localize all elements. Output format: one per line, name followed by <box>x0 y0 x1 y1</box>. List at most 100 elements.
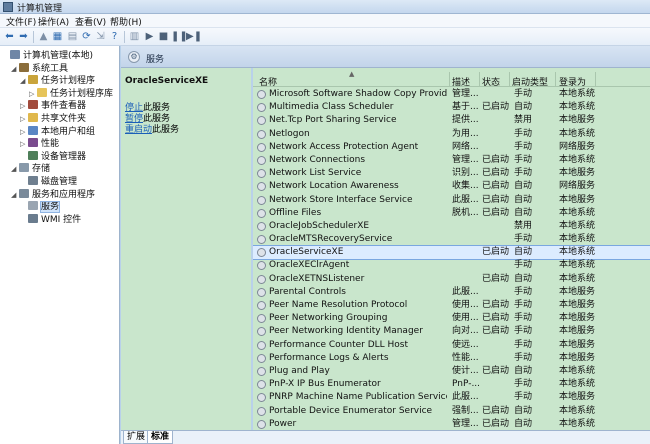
expand-toggle-icon[interactable]: ◢ <box>11 163 19 175</box>
tree-item[interactable]: ▷ 本地用户和组 <box>20 125 95 138</box>
refresh-icon[interactable]: ⟳ <box>80 31 93 43</box>
computer-icon <box>10 50 20 59</box>
service-row[interactable]: Net.Tcp Port Sharing Service 提供... 禁用 本地服务 <box>253 114 650 127</box>
service-row[interactable]: Multimedia Class Scheduler 基于... 已启动 自动 本地系统 <box>253 101 650 114</box>
tree-item[interactable]: WMI 控件 <box>20 213 81 226</box>
tree-item[interactable]: ◢ 服务和应用程序 <box>11 188 95 201</box>
service-row[interactable]: Performance Logs & Alerts 性能... 手动 本地服务 <box>253 352 650 365</box>
service-startup-type: 手动 <box>514 154 533 165</box>
service-status: 已启动 <box>482 418 510 429</box>
stop-icon[interactable]: ■ <box>157 31 170 43</box>
service-row[interactable]: Performance Counter DLL Host 使远... 手动 本地服务 <box>253 339 650 352</box>
tab-standard[interactable]: 标准 <box>147 431 174 444</box>
service-row[interactable]: OracleXEClrAgent 手动 本地系统 <box>253 259 650 272</box>
service-logon-as: 本地服务 <box>559 286 596 297</box>
service-row[interactable]: Network Location Awareness 收集... 已启动 自动 网络服务 <box>253 180 650 193</box>
tree-item[interactable]: 计算机管理(本地) <box>2 50 93 62</box>
export-icon[interactable]: ⇲ <box>94 31 107 43</box>
menu-view[interactable]: 查看(V) <box>75 15 106 28</box>
column-startup-type[interactable]: 启动类型 <box>512 75 548 88</box>
service-gear-icon <box>257 406 266 416</box>
service-row[interactable]: PnP-X IP Bus Enumerator PnP-... 手动 本地系统 <box>253 378 650 391</box>
service-row[interactable]: Microsoft Software Shadow Copy Provider 管… <box>253 88 650 101</box>
service-row[interactable]: Network Store Interface Service 此服... 已启动自… <box>253 194 650 207</box>
device-manager-icon <box>28 150 38 160</box>
tree-item[interactable]: ▷ 任务计划程序库 <box>29 87 114 100</box>
properties-icon[interactable]: ▤ <box>66 31 79 43</box>
column-divider[interactable] <box>555 72 556 87</box>
expand-toggle-icon[interactable]: ▷ <box>20 100 28 112</box>
tree-item[interactable]: ◢ 存储 <box>11 163 50 175</box>
service-startup-type: 手动 <box>514 339 533 350</box>
expand-toggle-icon[interactable]: ▷ <box>20 126 28 138</box>
column-divider[interactable] <box>595 72 596 87</box>
service-row[interactable]: Parental Controls 此服... 手动 本地服务 <box>253 286 650 299</box>
service-row[interactable]: Network Access Protection Agent 网络... 手动 网络… <box>253 141 650 154</box>
service-gear-icon <box>257 419 266 429</box>
pause-icon[interactable]: ❚❚ <box>171 31 188 43</box>
restart-service-link[interactable]: 重启动 <box>125 125 152 135</box>
service-description: 使用... <box>452 313 479 324</box>
service-row[interactable]: Peer Networking Identity Manager 向对... 已启动… <box>253 325 650 338</box>
menu-file[interactable]: 文件(F) <box>6 15 36 28</box>
service-row[interactable]: Peer Name Resolution Protocol 使用... 已启动 手动 本… <box>253 299 650 312</box>
service-status: 已启动 <box>482 326 510 337</box>
service-row[interactable]: OracleXETNSListener 已启动 自动 本地系统 <box>253 273 650 286</box>
service-logon-as: 本地服务 <box>559 313 596 324</box>
column-divider[interactable] <box>449 72 450 87</box>
event-viewer-icon <box>28 100 38 110</box>
service-row[interactable]: Offline Files 脱机... 已启动 自动 本地系统 <box>253 207 650 220</box>
service-logon-as: 本地系统 <box>559 102 596 113</box>
sidebar-toggle-icon[interactable]: ▥ <box>128 31 141 43</box>
restart-icon[interactable]: ▶❚ <box>186 31 202 43</box>
tree-item[interactable]: ▷ 共享文件夹 <box>20 113 86 125</box>
show-hide-tree-icon[interactable]: ▦ <box>51 31 64 43</box>
tree-item[interactable]: 磁盘管理 <box>20 176 77 188</box>
column-description[interactable]: 描述 <box>452 75 470 88</box>
play-icon[interactable]: ▶ <box>143 31 156 43</box>
menu-action[interactable]: 操作(A) <box>38 15 69 28</box>
service-row[interactable]: Network Connections 管理... 已启动 手动 本地系统 <box>253 154 650 167</box>
toolbar: ⬅ ➡ ▲ ▦ ▤ ⟳ ⇲ ? ▥ ▶ ■ ❚❚ ▶❚ <box>0 28 650 46</box>
service-row[interactable]: Netlogon 为用... 手动 本地系统 <box>253 128 650 141</box>
expand-toggle-icon[interactable]: ◢ <box>20 75 28 87</box>
tree-item[interactable]: 服务 <box>20 201 61 214</box>
service-row[interactable]: OracleJobSchedulerXE 禁用 本地系统 <box>253 220 650 233</box>
up-icon[interactable]: ▲ <box>37 31 50 43</box>
expand-toggle-icon[interactable]: ◢ <box>11 63 19 75</box>
help-icon[interactable]: ? <box>108 31 121 43</box>
service-startup-type: 手动 <box>514 392 533 403</box>
service-row[interactable]: OracleServiceXE 已启动 自动 本地系统 <box>253 245 650 261</box>
tree-item[interactable]: ▷ 性能 <box>20 138 59 150</box>
service-name: Network Location Awareness <box>269 181 399 192</box>
tree-item[interactable]: ◢ 系统工具 <box>11 62 68 75</box>
menu-help[interactable]: 帮助(H) <box>110 15 142 28</box>
expand-toggle-icon[interactable]: ▷ <box>20 113 28 125</box>
back-icon[interactable]: ⬅ <box>3 31 16 43</box>
column-name[interactable]: 名称 <box>259 75 277 88</box>
service-row[interactable]: Power 管理... 已启动 自动 本地系统 <box>253 418 650 430</box>
expand-toggle-icon[interactable]: ◢ <box>11 189 19 201</box>
service-row[interactable]: Plug and Play 使计... 已启动 自动 本地系统 <box>253 365 650 378</box>
disk-icon <box>28 176 38 185</box>
column-divider[interactable] <box>479 72 480 87</box>
tree-item[interactable]: ◢ 任务计划程序 <box>20 75 95 87</box>
service-row[interactable]: OracleMTSRecoveryService 手动 本地系统 <box>253 233 650 246</box>
tree-item-label: 任务计划程序库 <box>50 88 114 99</box>
service-startup-type: 手动 <box>514 234 533 245</box>
service-row[interactable]: Peer Networking Grouping 使用... 已启动 手动 本地服务 <box>253 312 650 325</box>
service-row[interactable]: Portable Device Enumerator Service 强制... 已… <box>253 405 650 418</box>
forward-icon[interactable]: ➡ <box>17 31 30 43</box>
service-row[interactable]: Network List Service 识别... 已启动 手动 本地服务 <box>253 167 650 180</box>
tree-item-label: 设备管理器 <box>41 151 87 162</box>
expand-toggle-icon[interactable]: ▷ <box>20 138 28 150</box>
service-row[interactable]: PNRP Machine Name Publication Service 此服.… <box>253 391 650 404</box>
expand-toggle-icon[interactable]: ▷ <box>29 88 37 100</box>
tree-item[interactable]: 设备管理器 <box>20 150 87 163</box>
column-status[interactable]: 状态 <box>482 75 500 88</box>
service-startup-type: 手动 <box>514 260 533 271</box>
tree-item[interactable]: ▷ 事件查看器 <box>20 100 86 112</box>
column-logon-as[interactable]: 登录为 <box>559 75 586 88</box>
tab-extended[interactable]: 扩展 <box>123 431 150 444</box>
column-divider[interactable] <box>509 72 510 87</box>
